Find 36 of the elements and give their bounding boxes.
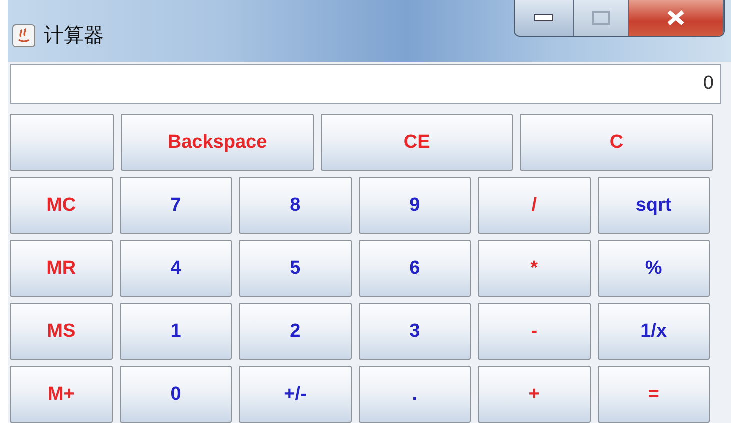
calculator-key[interactable]: 9 [358,177,472,234]
calculator-key[interactable]: . [358,366,472,423]
display-field[interactable]: 0 [10,64,721,104]
blank-key[interactable] [10,114,114,171]
window-title: 计算器 [44,24,104,49]
calculator-key[interactable]: 8 [239,177,352,234]
calculator-key[interactable]: 1/x [598,303,710,360]
calculator-key[interactable]: CE [320,114,514,171]
calculator-key[interactable]: MC [10,177,113,234]
calculator-key[interactable]: 0 [120,366,232,423]
calculator-key[interactable]: 2 [239,303,352,360]
close-icon [666,10,686,26]
calculator-key[interactable]: % [598,240,710,297]
calculator-key[interactable]: MS [10,303,113,360]
calculator-key[interactable]: M+ [10,366,113,423]
app-icon [12,24,36,48]
calculator-key[interactable]: + [478,366,591,423]
calculator-key[interactable]: 5 [239,240,352,297]
calculator-key[interactable]: C [520,114,714,171]
calculator-key[interactable]: - [478,303,591,360]
calculator-key[interactable]: / [478,177,591,234]
minimize-button[interactable] [515,0,574,36]
calculator-key[interactable]: sqrt [598,177,710,234]
calculator-key[interactable]: * [478,240,591,297]
calculator-key[interactable]: +/- [239,366,352,423]
minimize-icon [534,14,554,22]
calculator-key[interactable]: 1 [120,303,232,360]
close-button[interactable] [629,0,724,36]
calculator-key[interactable]: 4 [120,240,232,297]
calculator-key[interactable]: Backspace [121,114,314,171]
maximize-icon [592,11,610,25]
calculator-key[interactable]: MR [10,240,113,297]
calculator-key[interactable]: 3 [358,303,472,360]
calculator-key[interactable]: 6 [358,240,472,297]
calculator-key[interactable]: 7 [120,177,232,234]
calculator-key[interactable]: = [598,366,710,423]
